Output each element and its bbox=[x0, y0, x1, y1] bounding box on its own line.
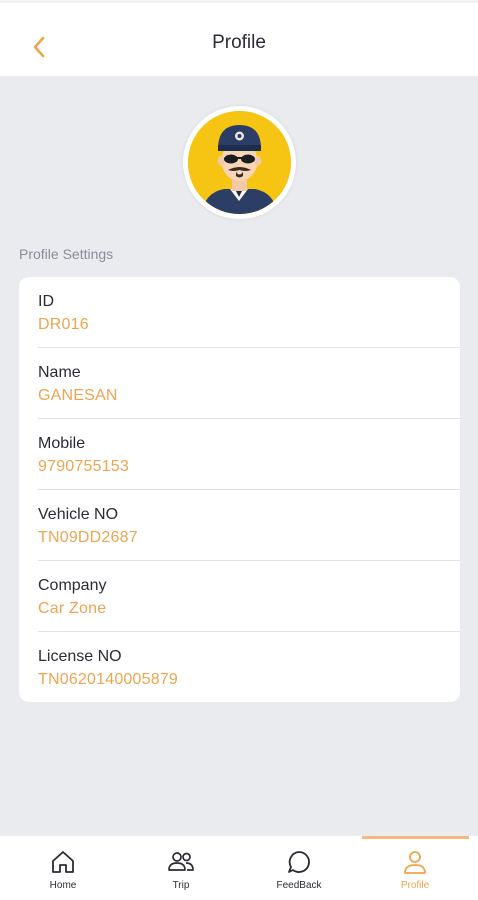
profile-row-name[interactable]: Name GANESAN bbox=[19, 348, 460, 419]
nav-label: Home bbox=[49, 880, 77, 891]
nav-label: FeedBack bbox=[276, 880, 322, 891]
section-label: Profile Settings bbox=[19, 246, 114, 262]
profile-row-vehicle[interactable]: Vehicle NO TN09DD2687 bbox=[19, 490, 460, 561]
field-label: Company bbox=[38, 577, 107, 594]
nav-feedback[interactable]: FeedBack bbox=[240, 836, 358, 900]
page-title: Profile bbox=[212, 32, 266, 53]
profile-row-id[interactable]: ID DR016 bbox=[19, 277, 460, 348]
field-value: TN0620140005879 bbox=[38, 671, 179, 688]
avatar[interactable] bbox=[183, 106, 296, 219]
users-icon bbox=[167, 848, 195, 876]
user-icon bbox=[401, 848, 429, 876]
field-value: Car Zone bbox=[38, 600, 107, 617]
nav-label: Profile bbox=[400, 880, 430, 891]
field-label: Name bbox=[38, 364, 81, 381]
field-value: 9790755153 bbox=[38, 458, 129, 475]
field-label: License NO bbox=[38, 648, 122, 665]
bottom-nav: Home Trip FeedBack Profile bbox=[0, 835, 478, 900]
app-header: Profile bbox=[0, 3, 478, 76]
field-value: TN09DD2687 bbox=[38, 529, 138, 546]
nav-label: Trip bbox=[172, 880, 190, 891]
nav-profile[interactable]: Profile bbox=[356, 836, 474, 900]
field-label: ID bbox=[38, 293, 54, 310]
nav-home[interactable]: Home bbox=[4, 836, 122, 900]
chat-bubble-icon bbox=[285, 848, 313, 876]
field-value: DR016 bbox=[38, 316, 89, 333]
profile-row-license[interactable]: License NO TN0620140005879 bbox=[19, 632, 460, 703]
nav-trip[interactable]: Trip bbox=[122, 836, 240, 900]
home-icon bbox=[49, 848, 77, 876]
driver-avatar-icon bbox=[188, 111, 291, 214]
field-value: GANESAN bbox=[38, 387, 118, 404]
profile-row-mobile[interactable]: Mobile 9790755153 bbox=[19, 419, 460, 490]
field-label: Mobile bbox=[38, 435, 86, 452]
profile-card: ID DR016 Name GANESAN Mobile 9790755153 … bbox=[19, 277, 460, 702]
profile-row-company[interactable]: Company Car Zone bbox=[19, 561, 460, 632]
field-label: Vehicle NO bbox=[38, 506, 119, 523]
